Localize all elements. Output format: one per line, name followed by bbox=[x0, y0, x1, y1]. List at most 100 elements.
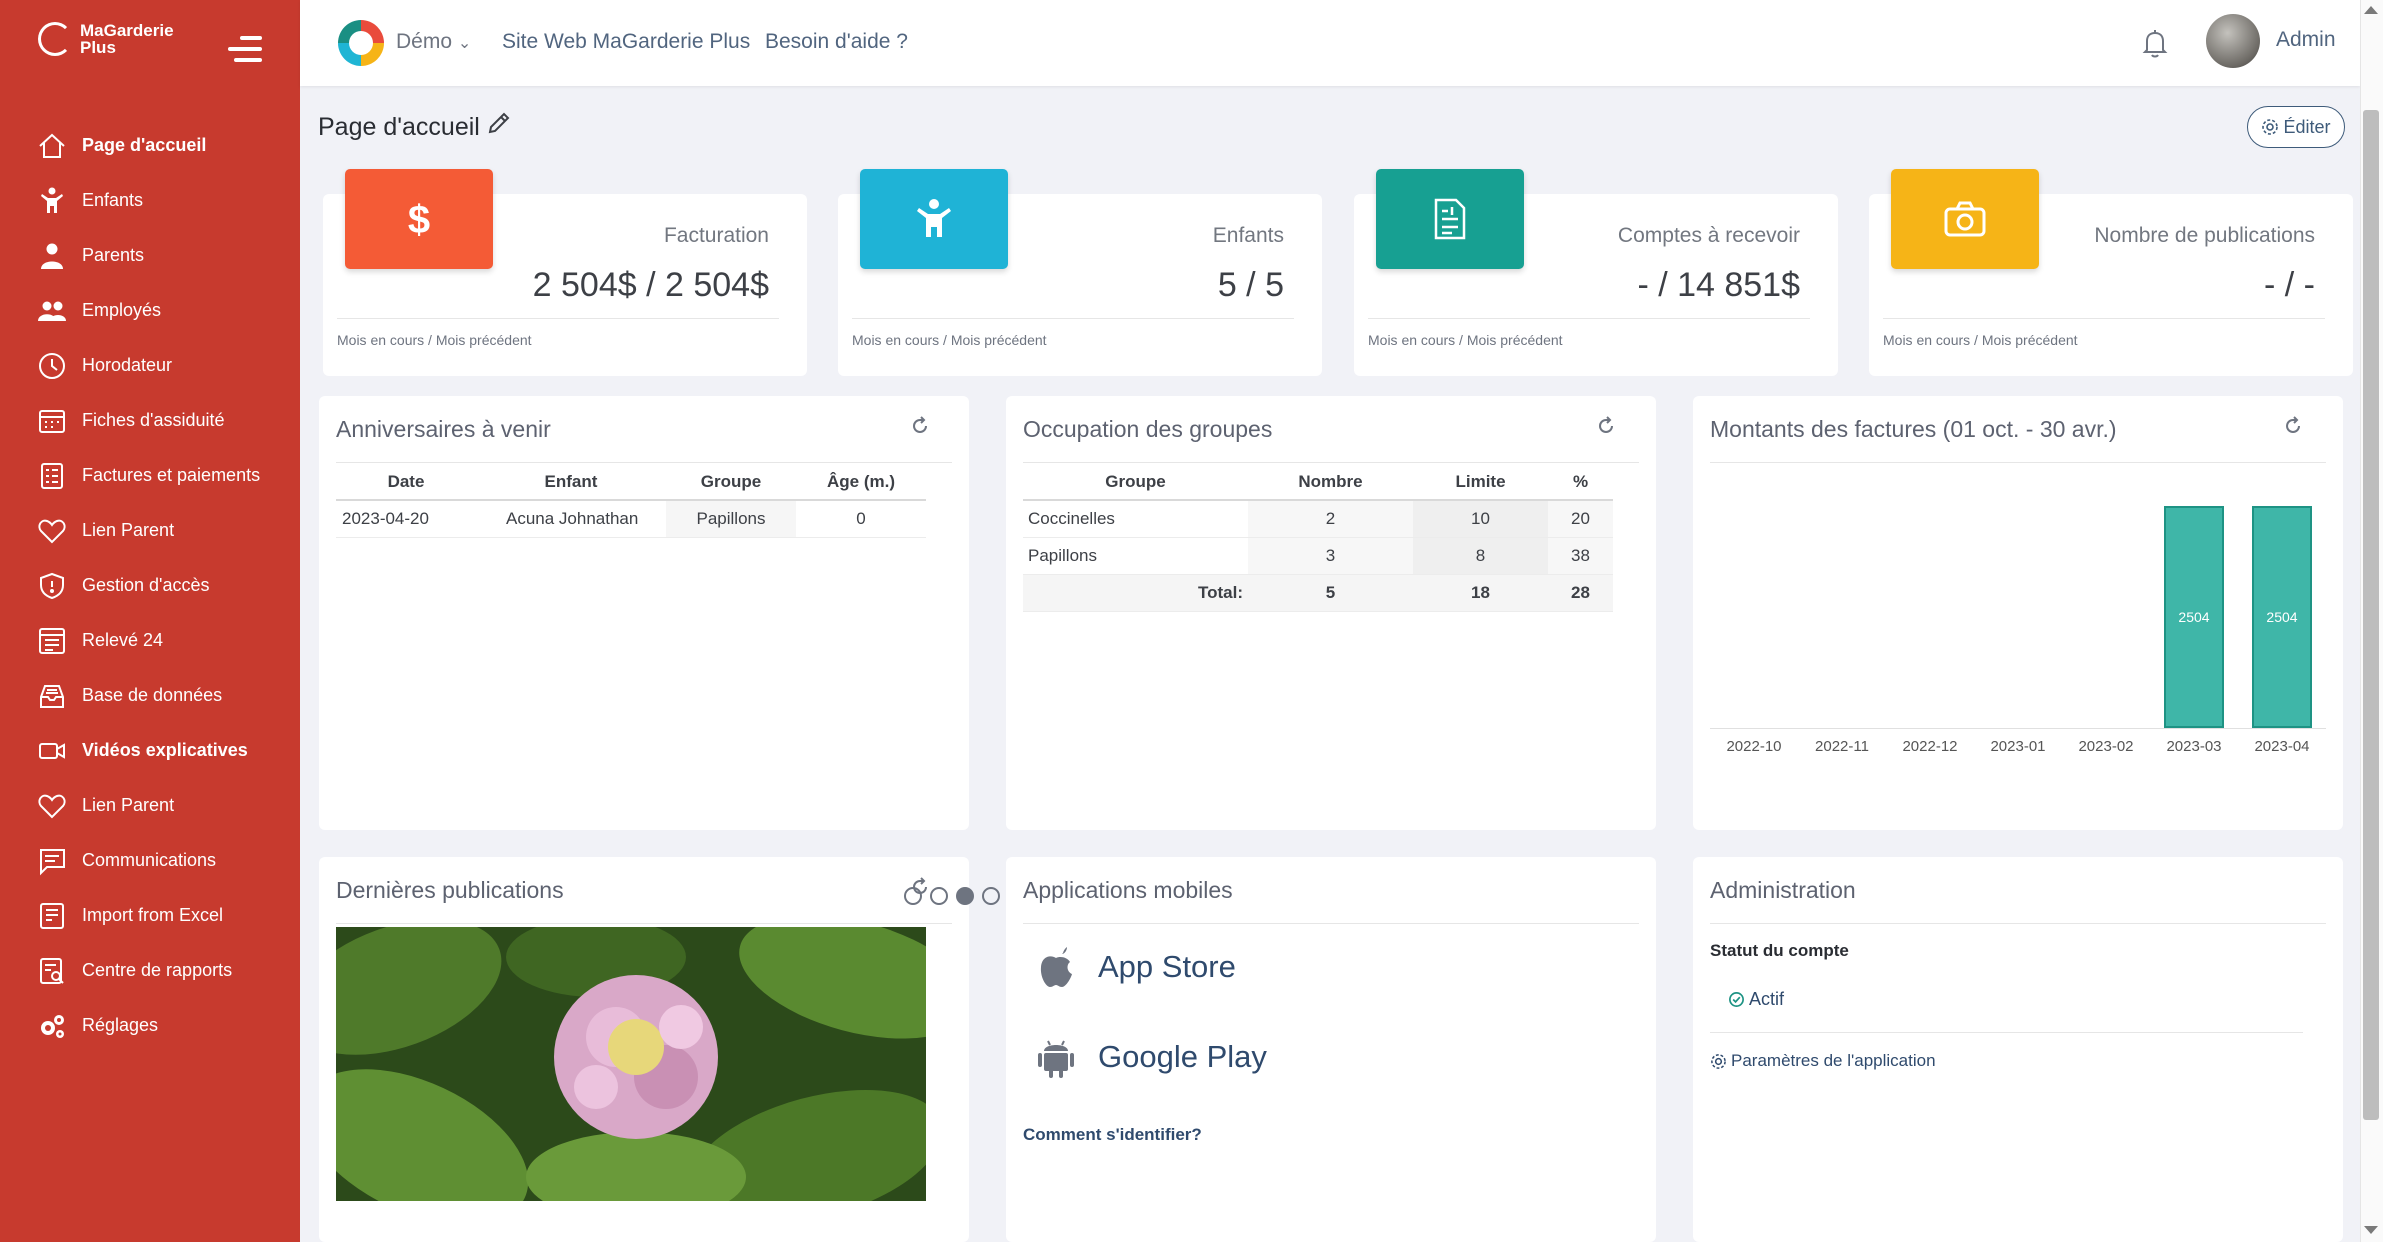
sidebar-item-communications[interactable]: Communications bbox=[0, 833, 300, 888]
column-header[interactable]: Limite bbox=[1413, 464, 1548, 501]
brand-name-line2: Plus bbox=[80, 38, 116, 57]
demo-label: Démo bbox=[396, 30, 453, 53]
sidebar-item-lien-parent[interactable]: Lien Parent bbox=[0, 503, 300, 558]
child-icon bbox=[860, 169, 1008, 269]
brand-logo[interactable]: MaGarderie Plus bbox=[38, 22, 190, 56]
chart-bar[interactable]: 2504 bbox=[2252, 506, 2312, 728]
sidebar-item-label: Fiches d'assiduité bbox=[82, 410, 225, 430]
heart-icon bbox=[36, 790, 68, 822]
stat-card-facturation: $ Facturation 2 504$ / 2 504$ Mois en co… bbox=[323, 169, 807, 376]
sidebar-item-label: Communications bbox=[82, 850, 217, 870]
app-store-link[interactable]: App Store bbox=[1036, 945, 1236, 989]
column-header[interactable]: Date bbox=[336, 464, 476, 501]
sidebar-item-lien-parent-2[interactable]: Lien Parent bbox=[0, 778, 300, 833]
sidebar-item-enfants[interactable]: Enfants bbox=[0, 173, 300, 228]
sidebar-item-rapports[interactable]: Centre de rapports bbox=[0, 943, 300, 998]
chart-bar[interactable]: 2504 bbox=[2164, 506, 2224, 728]
table-cell: 20 bbox=[1548, 500, 1613, 538]
apple-icon bbox=[1040, 947, 1072, 987]
bar-data-label: 2504 bbox=[2266, 609, 2298, 625]
calendar-icon bbox=[36, 405, 68, 437]
chart-title: Montants des factures (01 oct. - 30 avr.… bbox=[1710, 416, 2117, 442]
avatar[interactable] bbox=[2206, 14, 2260, 68]
pencil-icon[interactable] bbox=[486, 110, 512, 136]
stat-label: Comptes à recevoir bbox=[1617, 224, 1800, 247]
table-row: Coccinelles 2 10 20 bbox=[1023, 500, 1613, 538]
account-status: Actif bbox=[1728, 989, 1784, 1010]
table-total-row: Total: 5 18 28 bbox=[1023, 574, 1613, 612]
gears-icon bbox=[36, 1010, 68, 1042]
sidebar-item-base-donnees[interactable]: Base de données bbox=[0, 668, 300, 723]
sidebar-item-horodateur[interactable]: Horodateur bbox=[0, 338, 300, 393]
scrollbar-thumb[interactable] bbox=[2363, 110, 2379, 1120]
edit-label: Éditer bbox=[2283, 116, 2331, 137]
sidebar-item-releve[interactable]: Relevé 24 bbox=[0, 613, 300, 668]
birthdays-table: Date Enfant Groupe Âge (m.) 2023-04-20 A… bbox=[336, 464, 926, 538]
refresh-icon[interactable] bbox=[2283, 416, 2303, 436]
column-header[interactable]: Nombre bbox=[1248, 464, 1413, 501]
table-cell: 5 bbox=[1248, 574, 1413, 612]
site-web-link[interactable]: Site Web MaGarderie Plus bbox=[502, 30, 750, 54]
android-icon bbox=[1038, 1040, 1074, 1078]
clock-icon bbox=[36, 350, 68, 382]
sidebar-item-label: Factures et paiements bbox=[82, 465, 261, 485]
app-settings-link[interactable]: Paramètres de l'application bbox=[1710, 1051, 1936, 1071]
chevron-down-icon: ⌄ bbox=[457, 35, 472, 52]
user-name[interactable]: Admin bbox=[2276, 28, 2336, 52]
table-cell: 3 bbox=[1248, 537, 1413, 575]
sidebar-item-import-excel[interactable]: Import from Excel bbox=[0, 888, 300, 943]
table-cell: Papillons bbox=[1023, 537, 1248, 575]
sidebar-item-label: Page d'accueil bbox=[82, 135, 207, 155]
column-header[interactable]: Groupe bbox=[666, 464, 796, 501]
edit-button[interactable]: Éditer bbox=[2247, 106, 2345, 148]
carousel-dot[interactable] bbox=[930, 887, 948, 905]
table-cell: 0 bbox=[796, 500, 926, 538]
demo-dropdown[interactable]: Démo ⌄ bbox=[396, 30, 471, 54]
panel-title: Occupation des groupes bbox=[1023, 416, 1273, 442]
refresh-icon[interactable] bbox=[1596, 416, 1616, 436]
panel-title: Applications mobiles bbox=[1023, 877, 1233, 903]
mobile-apps-panel: Applications mobiles App Store Google Pl… bbox=[1006, 857, 1656, 1242]
app-store-label: App Store bbox=[1098, 949, 1236, 984]
sidebar-item-videos[interactable]: Vidéos explicatives bbox=[0, 723, 300, 778]
login-help-link[interactable]: Comment s'identifier? bbox=[1023, 1125, 1202, 1145]
stat-card-comptes: Comptes à recevoir - / 14 851$ Mois en c… bbox=[1354, 169, 1838, 376]
refresh-icon[interactable] bbox=[910, 416, 930, 436]
column-header[interactable]: % bbox=[1548, 464, 1613, 501]
sidebar-item-parents[interactable]: Parents bbox=[0, 228, 300, 283]
account-status-heading: Statut du compte bbox=[1710, 941, 1849, 960]
child-icon bbox=[36, 185, 68, 217]
sidebar-item-assiduite[interactable]: Fiches d'assiduité bbox=[0, 393, 300, 448]
table-cell: 38 bbox=[1548, 537, 1613, 575]
panel-title: Anniversaires à venir bbox=[336, 416, 551, 442]
app-logo[interactable] bbox=[338, 20, 384, 66]
publication-photo[interactable] bbox=[336, 927, 926, 1201]
sidebar-item-gestion-acces[interactable]: Gestion d'accès bbox=[0, 558, 300, 613]
sidebar-item-label: Gestion d'accès bbox=[82, 575, 210, 595]
refresh-icon[interactable] bbox=[910, 877, 930, 897]
birthdays-panel: Anniversaires à venir Date Enfant Groupe… bbox=[319, 396, 969, 830]
menu-toggle-icon[interactable] bbox=[228, 36, 264, 69]
scroll-down-icon[interactable] bbox=[2364, 1226, 2378, 1234]
column-header[interactable]: Enfant bbox=[476, 464, 666, 501]
scroll-up-icon[interactable] bbox=[2364, 6, 2378, 14]
column-header[interactable]: Âge (m.) bbox=[796, 464, 926, 501]
receipt-icon bbox=[1376, 169, 1524, 269]
help-link[interactable]: Besoin d'aide ? bbox=[765, 30, 908, 54]
table-row: Papillons 3 8 38 bbox=[1023, 537, 1613, 575]
sidebar-item-accueil[interactable]: Page d'accueil bbox=[0, 118, 300, 173]
video-icon bbox=[36, 735, 68, 767]
sidebar-menu: Page d'accueil Enfants Parents Employés … bbox=[0, 118, 300, 1053]
brand-name-line1: MaGarderie bbox=[80, 21, 174, 40]
carousel-dot[interactable] bbox=[982, 887, 1000, 905]
notification-bell-icon[interactable] bbox=[2138, 26, 2172, 60]
shield-icon bbox=[36, 570, 68, 602]
column-header[interactable]: Groupe bbox=[1023, 464, 1248, 501]
sidebar-item-employes[interactable]: Employés bbox=[0, 283, 300, 338]
google-play-link[interactable]: Google Play bbox=[1036, 1035, 1267, 1079]
sidebar-item-reglages[interactable]: Réglages bbox=[0, 998, 300, 1053]
panel-title: Dernières publications bbox=[336, 877, 564, 903]
sidebar-item-factures[interactable]: Factures et paiements bbox=[0, 448, 300, 503]
invoices-chart-panel: Montants des factures (01 oct. - 30 avr.… bbox=[1693, 396, 2343, 830]
carousel-dot-active[interactable] bbox=[956, 887, 974, 905]
